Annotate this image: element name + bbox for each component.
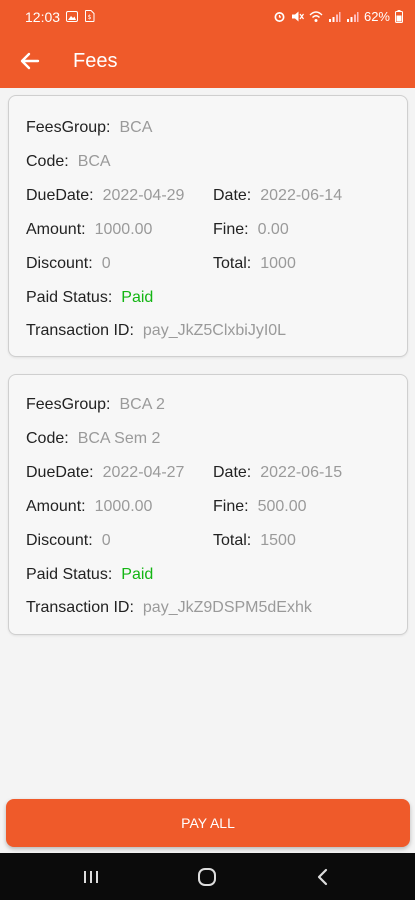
code-label: Code: xyxy=(26,430,69,447)
due-date-label: DueDate: xyxy=(26,464,94,481)
discount-row: Discount: 0 xyxy=(26,255,111,273)
discount-row: Discount: 0 xyxy=(26,532,111,550)
due-date-row: DueDate: 2022-04-27 xyxy=(26,464,184,482)
discount-label: Discount: xyxy=(26,255,93,272)
fine-value: 500.00 xyxy=(257,498,307,515)
paid-status-value: Paid xyxy=(121,566,154,583)
transaction-id-row: Transaction ID: pay_JkZ9DSPM5dExhk xyxy=(26,599,312,617)
transaction-id-row: Transaction ID: pay_JkZ5ClxbiJyI0L xyxy=(26,322,286,340)
fees-group-row: FeesGroup: BCA xyxy=(26,119,152,137)
back-arrow-icon[interactable] xyxy=(18,49,42,73)
amount-value: 1000.00 xyxy=(94,221,153,238)
fee-card: FeesGroup: BCA 2 Code: BCA Sem 2 DueDate: 2… xyxy=(8,374,408,635)
code-row: Code: BCA Sem 2 xyxy=(26,430,160,448)
code-label: Code: xyxy=(26,153,69,170)
amount-value: 1000.00 xyxy=(94,498,153,515)
code-row: Code: BCA xyxy=(26,153,111,171)
code-value: BCA Sem 2 xyxy=(77,430,161,447)
paid-status-row: Paid Status: Paid xyxy=(26,566,153,584)
fee-card: FeesGroup: BCA Code: BCA DueDate: 2022-04-2… xyxy=(8,95,408,357)
transaction-id-label: Transaction ID: xyxy=(26,599,134,616)
amount-label: Amount: xyxy=(26,498,86,515)
total-row: Total: 1000 xyxy=(213,255,296,273)
alarm-icon xyxy=(274,12,285,22)
battery-icon xyxy=(395,10,403,23)
total-value: 1500 xyxy=(260,532,296,549)
total-value: 1000 xyxy=(260,255,296,272)
due-date-value: 2022-04-27 xyxy=(102,464,185,481)
discount-value: 0 xyxy=(101,532,111,549)
total-row: Total: 1500 xyxy=(213,532,296,550)
fees-group-label: FeesGroup: xyxy=(26,119,111,136)
system-nav-bar xyxy=(0,853,415,900)
amount-row: Amount: 1000.00 xyxy=(26,221,152,239)
status-bar: 12:03 $ 62% xyxy=(0,0,415,34)
date-value: 2022-06-15 xyxy=(260,464,343,481)
recent-apps-icon[interactable] xyxy=(79,865,103,889)
paid-status-label: Paid Status: xyxy=(26,289,113,306)
date-row: Date: 2022-06-15 xyxy=(213,464,342,482)
discount-value: 0 xyxy=(101,255,111,272)
paid-status-row: Paid Status: Paid xyxy=(26,289,153,307)
fees-group-value: BCA 2 xyxy=(119,396,165,413)
code-value: BCA xyxy=(77,153,111,170)
date-value: 2022-06-14 xyxy=(260,187,343,204)
fees-group-value: BCA xyxy=(119,119,153,136)
fees-group-label: FeesGroup: xyxy=(26,396,111,413)
sim-notification-icon: $ xyxy=(85,10,95,22)
wifi-call-icon xyxy=(309,11,323,22)
due-date-value: 2022-04-29 xyxy=(102,187,185,204)
svg-text:$: $ xyxy=(88,14,92,21)
fine-row: Fine: 0.00 xyxy=(213,221,289,239)
fine-value: 0.00 xyxy=(257,221,289,238)
mute-icon xyxy=(291,11,304,22)
paid-status-value: Paid xyxy=(121,289,154,306)
total-label: Total: xyxy=(213,532,252,549)
amount-row: Amount: 1000.00 xyxy=(26,498,152,516)
amount-label: Amount: xyxy=(26,221,86,238)
date-label: Date: xyxy=(213,464,252,481)
discount-label: Discount: xyxy=(26,532,93,549)
back-nav-icon[interactable] xyxy=(311,865,335,889)
fine-label: Fine: xyxy=(213,498,249,515)
date-label: Date: xyxy=(213,187,252,204)
battery-percent: 62% xyxy=(363,9,390,24)
due-date-label: DueDate: xyxy=(26,187,94,204)
total-label: Total: xyxy=(213,255,252,272)
fine-label: Fine: xyxy=(213,221,249,238)
gallery-notification-icon xyxy=(66,10,78,22)
signal-icon-1 xyxy=(328,11,341,22)
paid-status-label: Paid Status: xyxy=(26,566,113,583)
fees-group-row: FeesGroup: BCA 2 xyxy=(26,396,165,414)
home-icon[interactable] xyxy=(195,865,219,889)
date-row: Date: 2022-06-14 xyxy=(213,187,342,205)
transaction-id-value: pay_JkZ5ClxbiJyI0L xyxy=(142,322,287,339)
due-date-row: DueDate: 2022-04-29 xyxy=(26,187,184,205)
transaction-id-label: Transaction ID: xyxy=(26,322,134,339)
app-bar: Fees xyxy=(0,34,415,88)
status-time: 12:03 xyxy=(25,9,61,25)
signal-icon-2 xyxy=(346,11,359,22)
pay-all-button[interactable]: PAY ALL xyxy=(6,799,410,847)
fine-row: Fine: 500.00 xyxy=(213,498,307,516)
transaction-id-value: pay_JkZ9DSPM5dExhk xyxy=(142,599,312,616)
page-title: Fees xyxy=(73,50,118,72)
